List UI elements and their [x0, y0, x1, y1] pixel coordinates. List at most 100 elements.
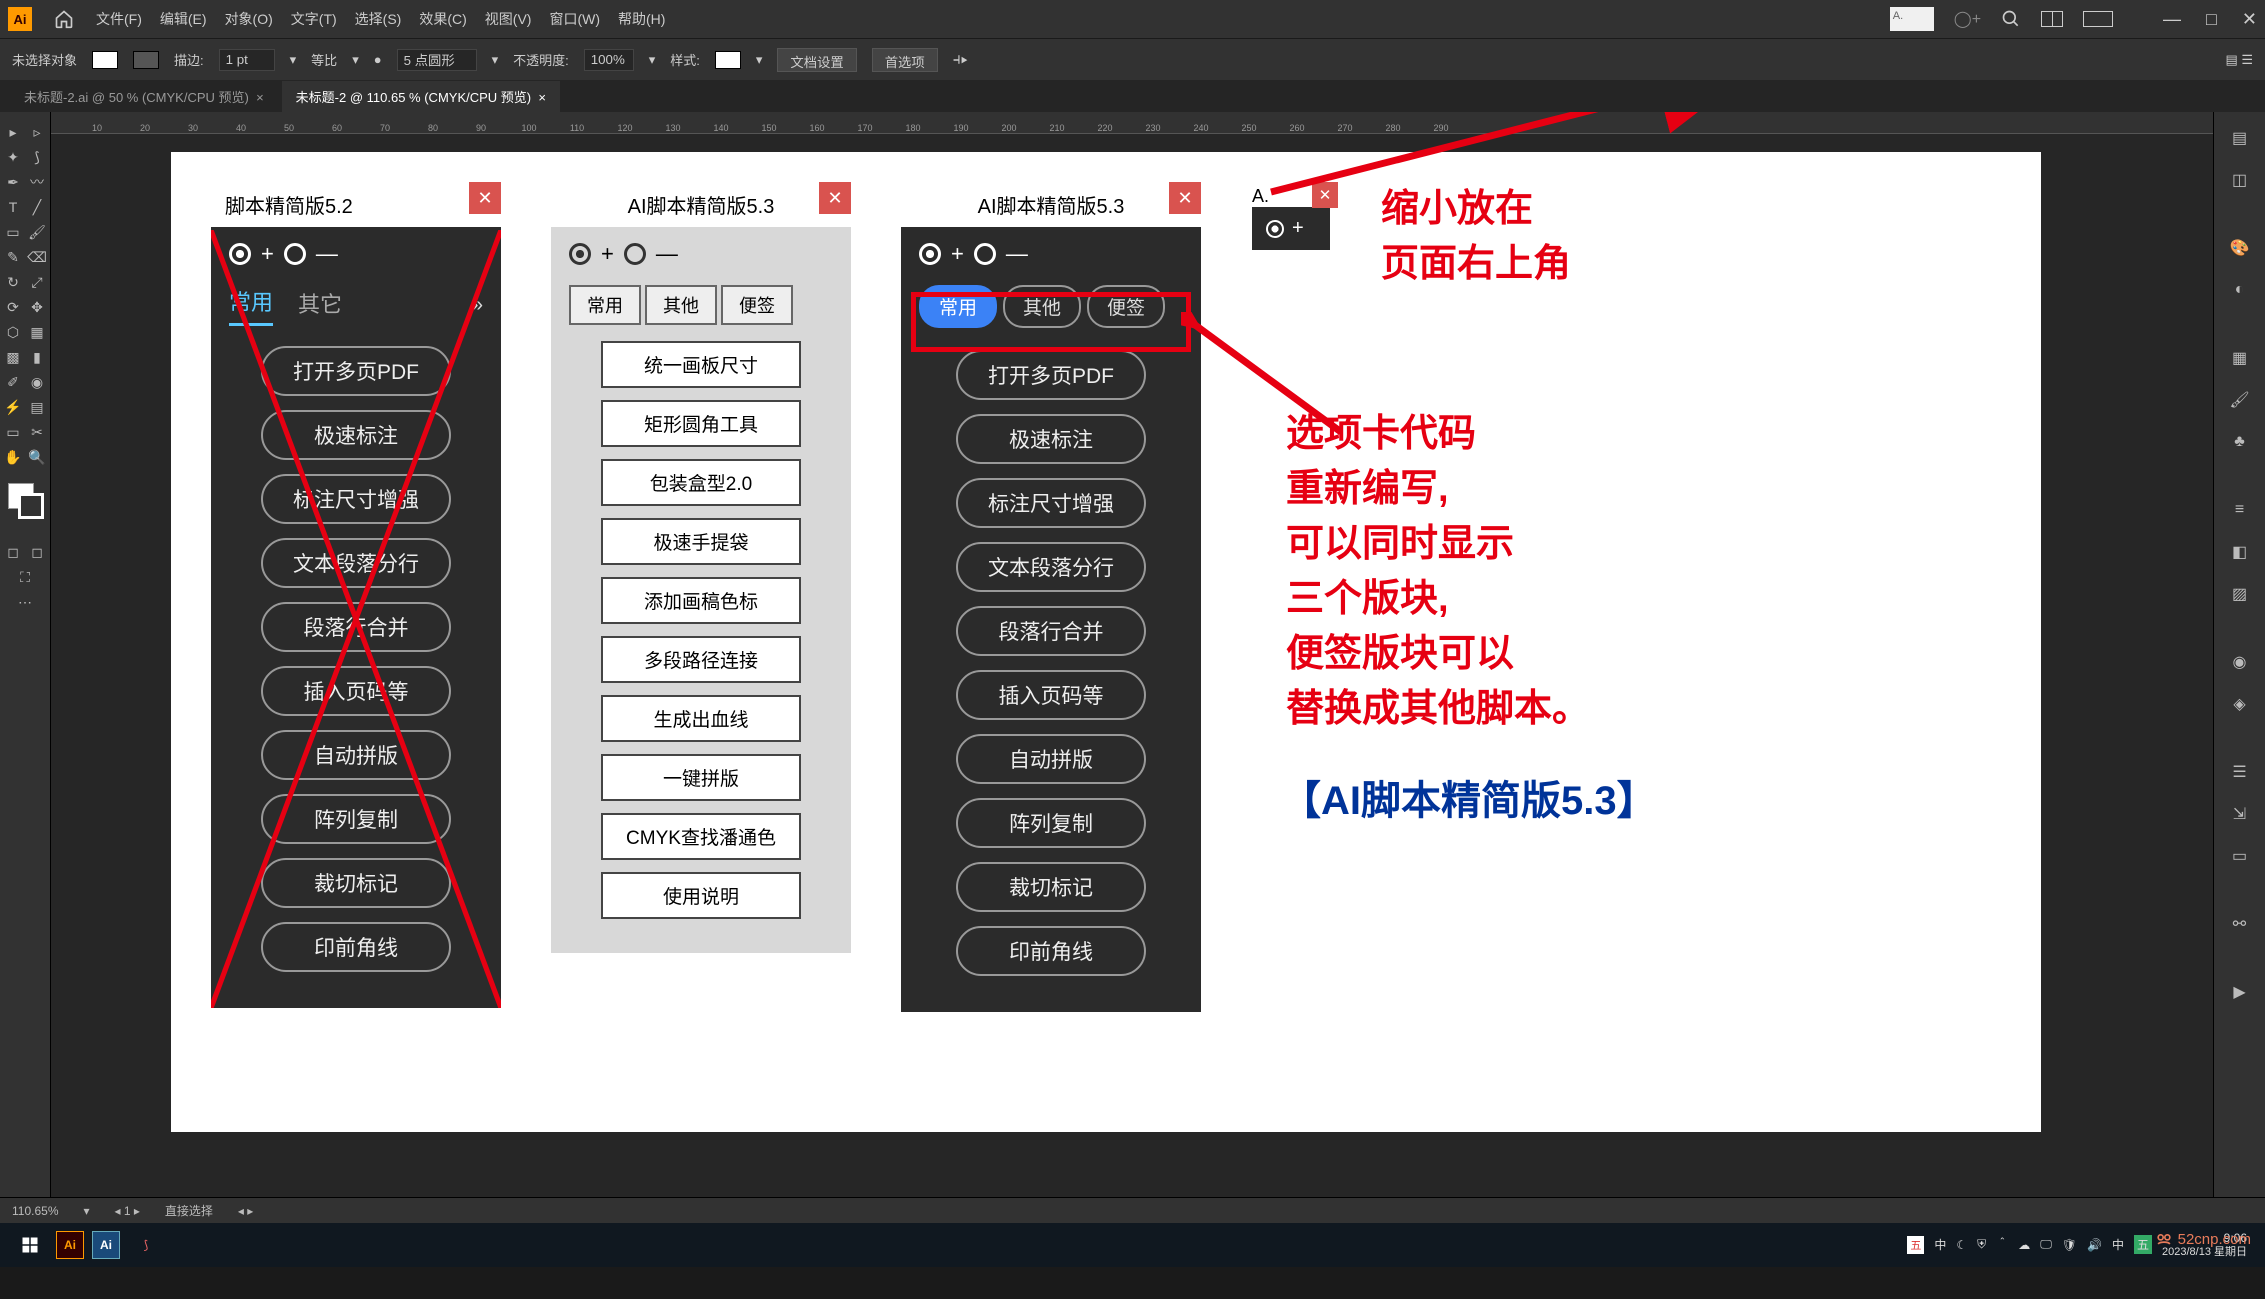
free-transform-tool[interactable]: ✥: [26, 296, 48, 318]
script-button[interactable]: 使用说明: [601, 872, 801, 919]
tray-moon-icon[interactable]: ☾: [1956, 1238, 1967, 1252]
artboard-tool[interactable]: ▭: [2, 421, 24, 443]
menu-window[interactable]: 窗口(W): [549, 9, 600, 29]
menu-view[interactable]: 视图(V): [485, 9, 532, 29]
circle-add-icon[interactable]: ◯+: [1954, 9, 1981, 29]
line-tool[interactable]: ╱: [26, 196, 48, 218]
tray-shield2-icon[interactable]: 🛡: [2062, 1238, 2077, 1252]
draw-behind-icon[interactable]: ◻: [26, 541, 48, 563]
tray-shield-icon[interactable]: ⛨: [1977, 1237, 1986, 1252]
script-button[interactable]: CMYK查找潘通色: [601, 813, 801, 860]
brush-icon[interactable]: ●: [374, 52, 382, 67]
symbols-panel-icon[interactable]: ♣: [2222, 424, 2258, 460]
taskbar-ai-1[interactable]: Ai: [56, 1231, 84, 1259]
script-button[interactable]: 标注尺寸增强: [261, 474, 451, 524]
direct-selection-tool[interactable]: ▹: [26, 121, 48, 143]
script-button[interactable]: 一键拼版: [601, 754, 801, 801]
script-button[interactable]: 生成出血线: [601, 695, 801, 742]
asset-export-panel-icon[interactable]: ⇲: [2222, 796, 2258, 832]
gradient-panel-icon[interactable]: ◧: [2222, 534, 2258, 570]
symbol-sprayer-tool[interactable]: ⚡: [2, 396, 24, 418]
tray-ime-zh[interactable]: 中: [1934, 1236, 1946, 1253]
edit-toolbar-icon[interactable]: ⋯: [3, 591, 47, 613]
panel-mini-close-button[interactable]: ✕: [1312, 182, 1338, 208]
script-button[interactable]: 极速手提袋: [601, 518, 801, 565]
doc-tab-2[interactable]: 未标题-2 @ 110.65 % (CMYK/CPU 预览) ×: [282, 81, 560, 112]
rotate-tool[interactable]: ↻: [2, 271, 24, 293]
screen-mode-icon[interactable]: ⛶: [3, 566, 47, 588]
script-button[interactable]: 阵列复制: [261, 794, 451, 844]
brushes-panel-icon[interactable]: 🖌: [2222, 382, 2258, 418]
properties-panel-icon[interactable]: ▤: [2222, 120, 2258, 156]
panel-52-radio-row[interactable]: +—: [229, 241, 483, 267]
brush-def-input[interactable]: [397, 49, 477, 71]
width-tool[interactable]: ⟳: [2, 296, 24, 318]
script-button[interactable]: 标注尺寸增强: [956, 478, 1146, 528]
panel-52-more-icon[interactable]: »: [472, 294, 483, 317]
scale-tool[interactable]: ⤢: [26, 271, 48, 293]
script-button[interactable]: 裁切标记: [956, 862, 1146, 912]
script-button[interactable]: 文本段落分行: [261, 538, 451, 588]
doc-setup-button[interactable]: 文档设置: [777, 48, 856, 72]
workspace-switcher-icon[interactable]: [2083, 11, 2113, 27]
curvature-tool[interactable]: 〰: [26, 171, 48, 193]
script-button[interactable]: 多段路径连接: [601, 636, 801, 683]
doc-tab-1[interactable]: 未标题-2.ai @ 50 % (CMYK/CPU 预览) ×: [10, 81, 278, 112]
tray-keyboard-icon[interactable]: 五: [2134, 1235, 2152, 1254]
layers-panel-icon[interactable]: ☰: [2222, 754, 2258, 790]
menu-select[interactable]: 选择(S): [355, 9, 402, 29]
panel-53light-tab-common[interactable]: 常用: [569, 285, 641, 325]
search-mini-box[interactable]: A.: [1890, 7, 1934, 31]
panel-52-tab-other[interactable]: 其它: [298, 287, 342, 325]
tray-ime2[interactable]: 中: [2112, 1236, 2124, 1253]
panel-53dark-close-button[interactable]: ✕: [1169, 182, 1201, 214]
script-button[interactable]: 极速标注: [956, 414, 1146, 464]
blend-tool[interactable]: ◉: [26, 371, 48, 393]
script-button[interactable]: 矩形圆角工具: [601, 400, 801, 447]
color-panel-icon[interactable]: 🎨: [2222, 230, 2258, 266]
panel-53dark-radio-row[interactable]: +—: [919, 241, 1183, 267]
play-icon[interactable]: ▶: [2222, 974, 2258, 1010]
graph-tool[interactable]: ▤: [26, 396, 48, 418]
taskbar-app-icon[interactable]: ⟆: [124, 1227, 168, 1263]
script-button[interactable]: 文本段落分行: [956, 542, 1146, 592]
script-button[interactable]: 打开多页PDF: [261, 346, 451, 396]
draw-mode-icon[interactable]: ◻: [2, 541, 24, 563]
script-button[interactable]: 段落行合并: [956, 606, 1146, 656]
eraser-tool[interactable]: ⌫: [26, 246, 48, 268]
script-button[interactable]: 自动拼版: [261, 730, 451, 780]
panel-53light-tab-other[interactable]: 其他: [645, 285, 717, 325]
script-button[interactable]: 极速标注: [261, 410, 451, 460]
zoom-level[interactable]: 110.65%: [12, 1204, 58, 1218]
script-button[interactable]: 打开多页PDF: [956, 350, 1146, 400]
tray-cloud-icon[interactable]: ☁: [2018, 1238, 2030, 1252]
script-button[interactable]: 自动拼版: [956, 734, 1146, 784]
magic-wand-tool[interactable]: ✦: [2, 146, 24, 168]
stroke-swatch[interactable]: [133, 51, 159, 69]
script-button[interactable]: 阵列复制: [956, 798, 1146, 848]
tray-monitor-icon[interactable]: 🖵: [2040, 1237, 2052, 1252]
artboard-nav[interactable]: ◂ 1 ▸: [115, 1204, 140, 1218]
panel-52-tab-common[interactable]: 常用: [229, 285, 273, 326]
script-button[interactable]: 段落行合并: [261, 602, 451, 652]
script-button[interactable]: 裁切标记: [261, 858, 451, 908]
preferences-button[interactable]: 首选项: [872, 48, 938, 72]
stroke-weight-input[interactable]: [219, 49, 275, 71]
tray-volume-icon[interactable]: 🔊: [2087, 1238, 2102, 1252]
script-button[interactable]: 印前角线: [261, 922, 451, 972]
type-tool[interactable]: T: [2, 196, 24, 218]
search-icon[interactable]: [2001, 9, 2021, 29]
rectangle-tool[interactable]: ▭: [2, 221, 24, 243]
menu-type[interactable]: 文字(T): [291, 9, 337, 29]
script-button[interactable]: 插入页码等: [261, 666, 451, 716]
start-button[interactable]: [8, 1227, 52, 1263]
panel-53light-radio-row[interactable]: +—: [569, 241, 833, 267]
graphic-style-swatch[interactable]: [715, 51, 741, 69]
tray-chevron-up-icon[interactable]: ＾: [1996, 1236, 2008, 1253]
mesh-tool[interactable]: ▩: [2, 346, 24, 368]
panel-53light-close-button[interactable]: ✕: [819, 182, 851, 214]
perspective-tool[interactable]: ▦: [26, 321, 48, 343]
close-button[interactable]: ✕: [2242, 9, 2257, 30]
arrange-docs-icon[interactable]: [2041, 11, 2063, 27]
eyedropper-tool[interactable]: ✐: [2, 371, 24, 393]
